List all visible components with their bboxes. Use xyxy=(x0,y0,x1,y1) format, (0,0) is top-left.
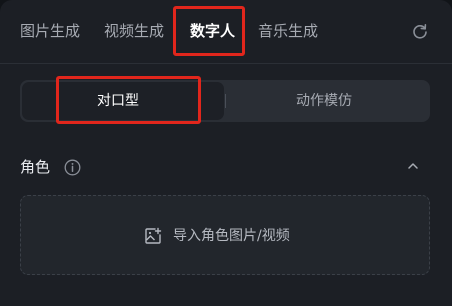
highlight-box-segment xyxy=(56,76,201,124)
image-add-icon xyxy=(145,227,162,244)
segment-divider xyxy=(225,94,226,108)
tab-video-generation[interactable]: 视频生成 xyxy=(104,18,164,44)
segment-option-motion-imitation[interactable]: 动作模仿 xyxy=(296,91,352,111)
upload-label: 导入角色图片/视频 xyxy=(173,228,290,244)
info-icon[interactable] xyxy=(64,159,81,176)
digital-human-panel: 图片生成 视频生成 数字人 音乐生成 对口型 动作模仿 角色 导入角色图片/视频 xyxy=(0,0,452,306)
chevron-up-icon[interactable] xyxy=(405,158,421,174)
tab-bar: 图片生成 视频生成 数字人 音乐生成 xyxy=(0,0,452,64)
role-section-title: 角色 xyxy=(20,158,51,176)
upload-dropzone[interactable]: 导入角色图片/视频 xyxy=(20,195,430,275)
highlight-box-tab xyxy=(173,6,245,56)
refresh-icon[interactable] xyxy=(410,22,430,42)
tab-music-generation[interactable]: 音乐生成 xyxy=(258,18,318,44)
tab-image-generation[interactable]: 图片生成 xyxy=(20,18,80,44)
